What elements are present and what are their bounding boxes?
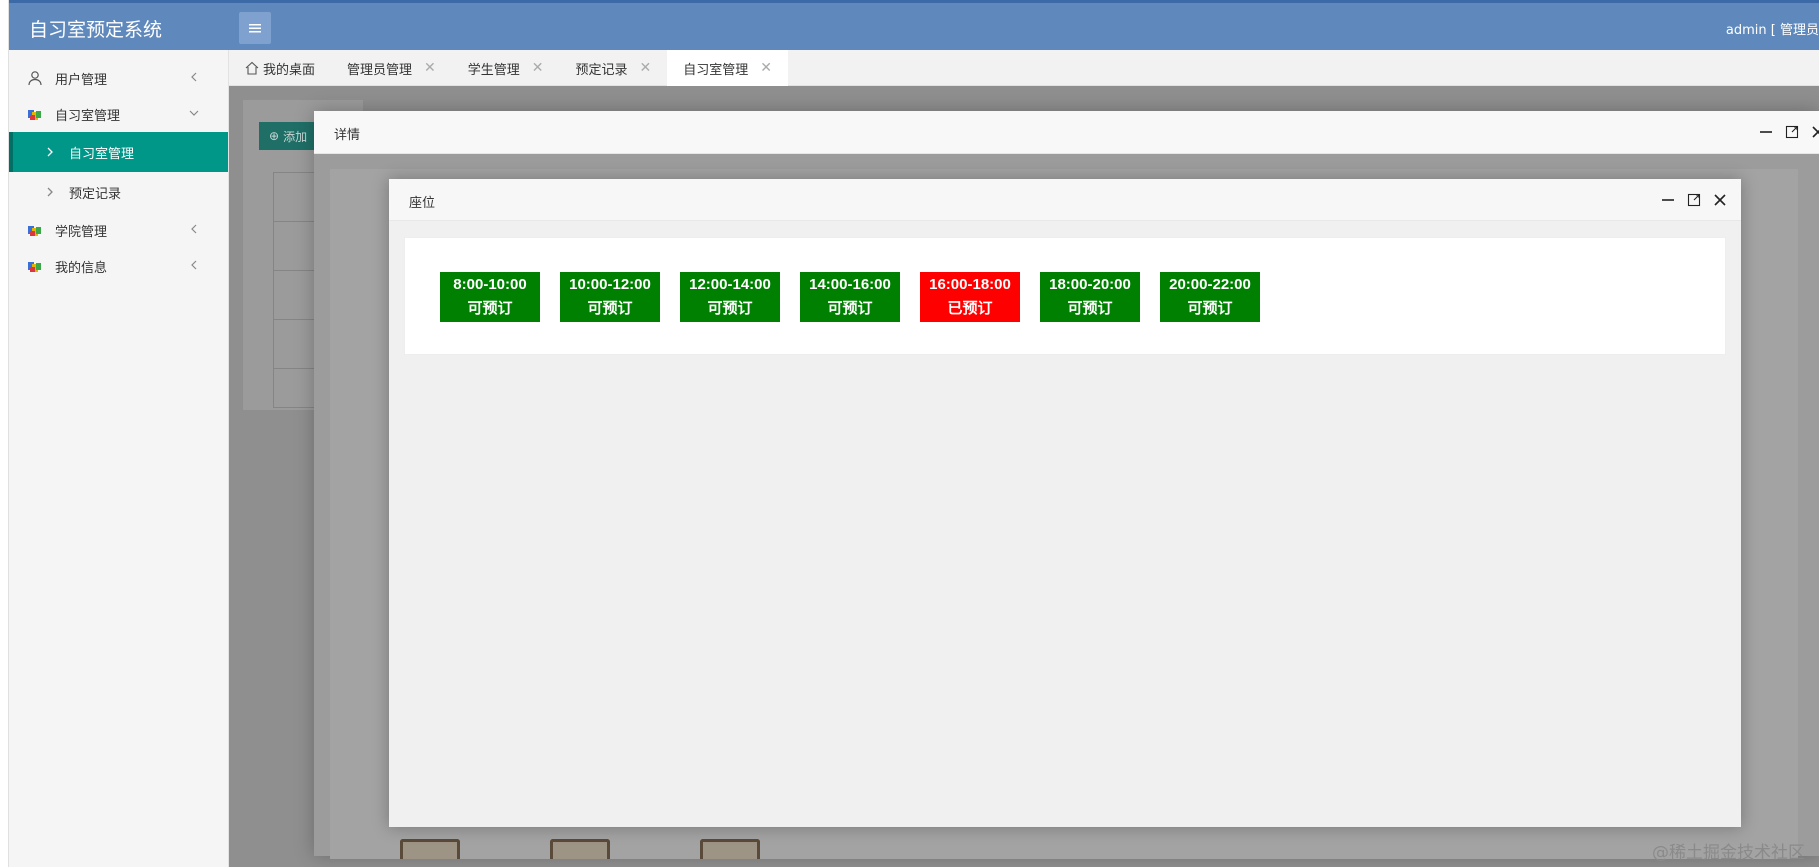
dialog-title: 座位 (409, 196, 436, 211)
tab-booking-records[interactable]: 预定记录 ✕ (560, 50, 668, 86)
slot-status: 可预订 (467, 300, 513, 317)
time-slot-button[interactable]: 20:00-22:00 可预订 (1160, 272, 1260, 322)
sidebar-subitem-label: 自习室管理 (69, 146, 135, 162)
add-label: 添加 (283, 129, 308, 144)
slot-status: 可预订 (1067, 300, 1113, 317)
minimize-icon[interactable] (1661, 193, 1675, 207)
menu-toggle-button[interactable] (239, 12, 271, 44)
slot-time: 20:00-22:00 (1169, 276, 1251, 293)
tab-label: 我的桌面 (263, 62, 316, 78)
window-edge (0, 0, 9, 867)
sidebar-item-label: 我的信息 (55, 260, 108, 276)
seat-box (700, 839, 760, 859)
tab-bar: 我的桌面 管理员管理 ✕ 学生管理 ✕ 预定记录 ✕ 自习室管理 ✕ (229, 50, 1819, 86)
slot-status: 可预订 (707, 300, 753, 317)
close-icon[interactable]: ✕ (760, 60, 772, 76)
top-header: 自习室预定系统 admin [ 管理员 (9, 0, 1819, 50)
time-slot-button[interactable]: 8:00-10:00 可预订 (440, 272, 540, 322)
time-slot-button[interactable]: 14:00-16:00 可预订 (800, 272, 900, 322)
tab-label: 预定记录 (575, 62, 628, 78)
home-icon (245, 61, 259, 75)
books-icon (27, 258, 43, 274)
sidebar-subitem-label: 预定记录 (69, 186, 122, 202)
sidebar-item-myinfo[interactable]: 我的信息 (9, 248, 228, 284)
slot-status: 可预订 (827, 300, 873, 317)
chevron-left-icon (191, 260, 197, 270)
chevron-right-icon (47, 187, 53, 197)
slot-status: 可预订 (587, 300, 633, 317)
plus-circle-icon: ⊕ (269, 129, 280, 143)
minimize-icon[interactable] (1759, 125, 1773, 139)
sidebar-item-college[interactable]: 学院管理 (9, 212, 228, 248)
seat-dialog: 座位 8:00-10:00 可预订 10:00-12:00 可预订 12:00-… (389, 179, 1741, 827)
seat-box (400, 839, 460, 859)
tab-label: 自习室管理 (683, 62, 749, 78)
dialog-title: 详情 (334, 128, 361, 143)
close-icon[interactable]: ✕ (532, 60, 544, 76)
tab-students[interactable]: 学生管理 ✕ (452, 50, 560, 86)
close-icon[interactable] (1713, 193, 1727, 207)
time-slot-button[interactable]: 18:00-20:00 可预订 (1040, 272, 1140, 322)
dialog-header: 详情 (314, 111, 1819, 154)
user-menu[interactable]: admin [ 管理员 (1726, 19, 1819, 38)
maximize-icon[interactable] (1687, 193, 1701, 207)
slot-status: 可预订 (1187, 300, 1233, 317)
sidebar-item-label: 用户管理 (55, 72, 108, 88)
slot-status: 已预订 (947, 300, 993, 317)
tab-studyroom[interactable]: 自习室管理 ✕ (667, 50, 789, 86)
books-icon (27, 222, 43, 238)
slot-time: 12:00-14:00 (689, 276, 771, 293)
tab-label: 学生管理 (467, 62, 520, 78)
chevron-left-icon (191, 72, 197, 82)
close-icon[interactable] (1811, 125, 1819, 139)
time-slot-button[interactable]: 12:00-14:00 可预订 (680, 272, 780, 322)
close-icon[interactable]: ✕ (640, 60, 652, 76)
seat-box (550, 839, 610, 859)
watermark-text: @稀土掘金技术社区 (1652, 843, 1805, 863)
slot-time: 10:00-12:00 (569, 276, 651, 293)
user-icon (27, 70, 43, 86)
sidebar-subitem-studyroom[interactable]: 自习室管理 (9, 132, 228, 172)
tab-admin[interactable]: 管理员管理 ✕ (331, 50, 452, 86)
close-icon[interactable]: ✕ (424, 60, 436, 76)
sidebar-item-label: 自习室管理 (55, 108, 121, 124)
slot-time: 14:00-16:00 (809, 276, 891, 293)
app-title: 自习室预定系统 (29, 19, 163, 41)
dialog-header: 座位 (389, 179, 1741, 221)
sidebar-item-studyroom[interactable]: 自习室管理 (9, 96, 228, 132)
slot-time: 18:00-20:00 (1049, 276, 1131, 293)
menu-icon (249, 24, 261, 33)
time-slot-button[interactable]: 16:00-18:00 已预订 (920, 272, 1020, 322)
slot-time: 8:00-10:00 (453, 276, 527, 293)
maximize-icon[interactable] (1785, 125, 1799, 139)
books-icon (27, 106, 43, 122)
chevron-left-icon (191, 224, 197, 234)
sidebar-item-users[interactable]: 用户管理 (9, 60, 228, 96)
slot-time: 16:00-18:00 (929, 276, 1011, 293)
time-slot-button[interactable]: 10:00-12:00 可预订 (560, 272, 660, 322)
tab-desktop[interactable]: 我的桌面 (229, 50, 331, 86)
sidebar-item-label: 学院管理 (55, 224, 108, 240)
sidebar: 用户管理 自习室管理 自习室管理 预定记录 学院管理 我的信息 (9, 50, 229, 867)
sidebar-subitem-booking-records[interactable]: 预定记录 (9, 172, 228, 212)
chevron-down-icon (189, 110, 199, 116)
tab-label: 管理员管理 (347, 62, 413, 78)
chevron-right-icon (47, 147, 53, 157)
time-slot-panel: 8:00-10:00 可预订 10:00-12:00 可预订 12:00-14:… (404, 237, 1726, 355)
